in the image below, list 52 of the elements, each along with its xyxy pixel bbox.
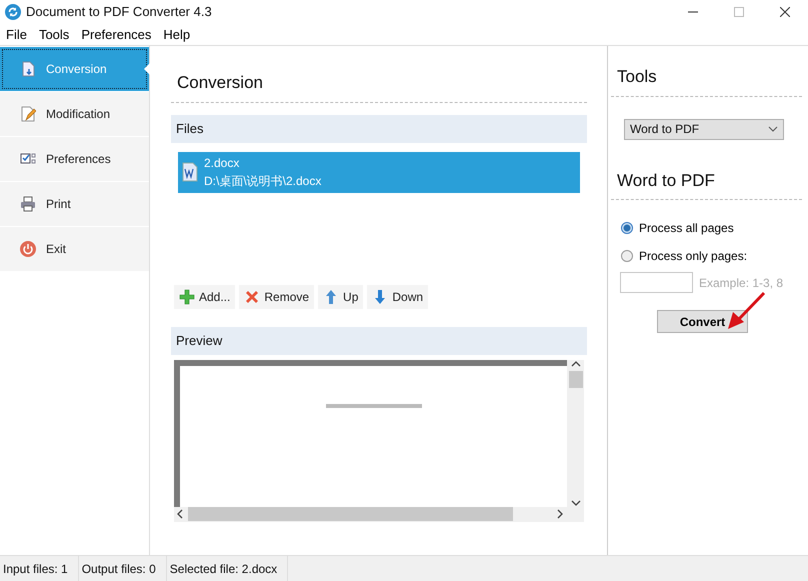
horizontal-scrollbar[interactable]: [174, 506, 567, 522]
scroll-down-icon: [570, 498, 580, 506]
menu-item[interactable]: Preferences: [75, 24, 158, 44]
window-title: Document to PDF Converter 4.3: [26, 3, 212, 22]
section-title: Conversion: [177, 72, 264, 94]
chevron-down-icon: [768, 126, 778, 132]
hint-text: Example: 1-3, 8: [699, 274, 784, 292]
sidebar-item[interactable]: Modification: [0, 92, 149, 136]
radio-button[interactable]: [621, 222, 633, 234]
close-icon: [780, 7, 790, 17]
scrollbar-thumb[interactable]: [188, 507, 513, 521]
convert-button[interactable]: Convert: [657, 310, 748, 333]
sidebar-item[interactable]: Print: [0, 182, 149, 226]
scrollbar-thumb[interactable]: [568, 370, 582, 388]
printer-icon: [20, 196, 36, 212]
word-document-icon: [182, 162, 198, 182]
vertical-scrollbar[interactable]: [567, 360, 584, 506]
maximize-icon: [734, 7, 744, 17]
section-header: Files: [171, 114, 587, 142]
app-logo-icon: [5, 4, 21, 20]
file-path: D:\桌面\说明书\2.docx: [204, 173, 322, 190]
converter-dropdown[interactable]: Word to PDF: [624, 118, 784, 140]
toolbar-button[interactable]: Remove: [239, 284, 314, 308]
menu-item[interactable]: Help: [157, 24, 196, 44]
file-name: 2.docx: [204, 155, 240, 172]
sidebar-item[interactable]: Exit: [0, 227, 149, 271]
menu-item[interactable]: Tools: [32, 24, 76, 44]
radio-option[interactable]: Process only pages:: [621, 242, 802, 270]
panel-title: Tools: [617, 66, 658, 88]
toolbar-button[interactable]: Down: [367, 284, 428, 308]
status-text: Input files: 1: [0, 556, 79, 581]
radio-button[interactable]: [621, 250, 633, 262]
panel-title: Word to PDF: [617, 170, 716, 192]
selection-notch: [144, 63, 150, 75]
status-text: Selected file: 2.docx: [166, 556, 288, 581]
section-header: Preview: [171, 326, 587, 354]
toolbar-button[interactable]: Up: [318, 284, 364, 308]
toolbar-button[interactable]: Add...: [174, 284, 236, 308]
status-text: Output files: 0: [78, 556, 167, 581]
menu-item[interactable]: File: [0, 24, 33, 44]
power-icon: [20, 241, 36, 257]
sidebar-item[interactable]: Preferences: [0, 137, 149, 181]
annotation-arrow: [726, 291, 766, 331]
radio-label: Process only pages:: [639, 248, 748, 265]
document-icon: [20, 61, 36, 77]
edit-icon: [20, 106, 36, 122]
x-mark-icon: [244, 288, 260, 304]
plus-icon: [179, 288, 195, 304]
radio-option[interactable]: Process all pages: [621, 214, 802, 242]
scroll-up-icon: [570, 360, 580, 368]
radio-label: Process all pages: [639, 220, 734, 237]
pages-input[interactable]: [620, 272, 693, 293]
